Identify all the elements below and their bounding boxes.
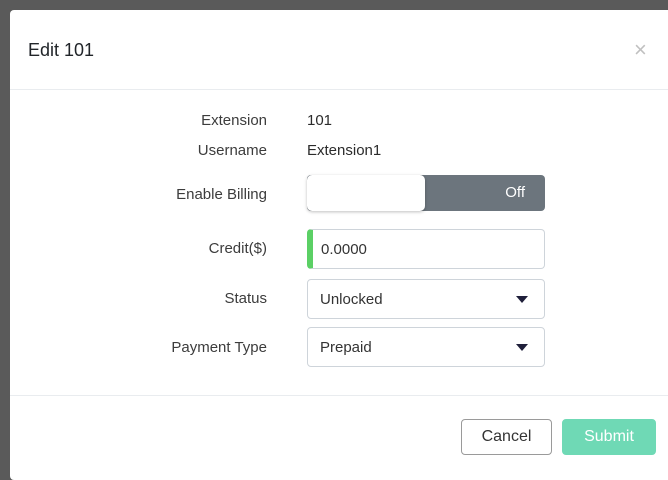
credit-label: Credit($) [208, 240, 267, 257]
enable-billing-label: Enable Billing [176, 186, 267, 203]
status-select[interactable]: Unlocked [307, 279, 545, 319]
username-value: Extension1 [307, 142, 382, 159]
enable-billing-toggle[interactable]: Off [307, 175, 545, 211]
toggle-state-text: Off [505, 184, 525, 201]
cancel-button[interactable]: Cancel [461, 419, 552, 455]
payment-type-select[interactable]: Prepaid [307, 327, 545, 367]
toggle-knob [307, 175, 425, 211]
caret-down-icon [516, 296, 528, 303]
modal-body: Extension 101 Username Extension1 Enable… [10, 90, 668, 395]
status-label: Status [224, 290, 267, 307]
caret-down-icon [516, 344, 528, 351]
modal-title: Edit 101 [28, 40, 95, 60]
username-label: Username [197, 142, 267, 159]
status-select-value: Unlocked [320, 291, 383, 308]
modal-header: Edit 101 × [10, 10, 668, 90]
edit-extension-modal: Edit 101 × Extension 101 Username Extens… [10, 10, 668, 480]
credit-input-value: 0.0000 [321, 241, 367, 258]
payment-type-select-value: Prepaid [320, 339, 372, 356]
credit-input[interactable]: 0.0000 [307, 229, 545, 269]
close-icon[interactable]: × [634, 39, 647, 61]
extension-value: 101 [307, 112, 333, 129]
submit-button[interactable]: Submit [562, 419, 656, 455]
modal-footer: Cancel Submit [10, 395, 668, 480]
payment-type-label: Payment Type [171, 339, 267, 356]
extension-label: Extension [201, 112, 267, 129]
